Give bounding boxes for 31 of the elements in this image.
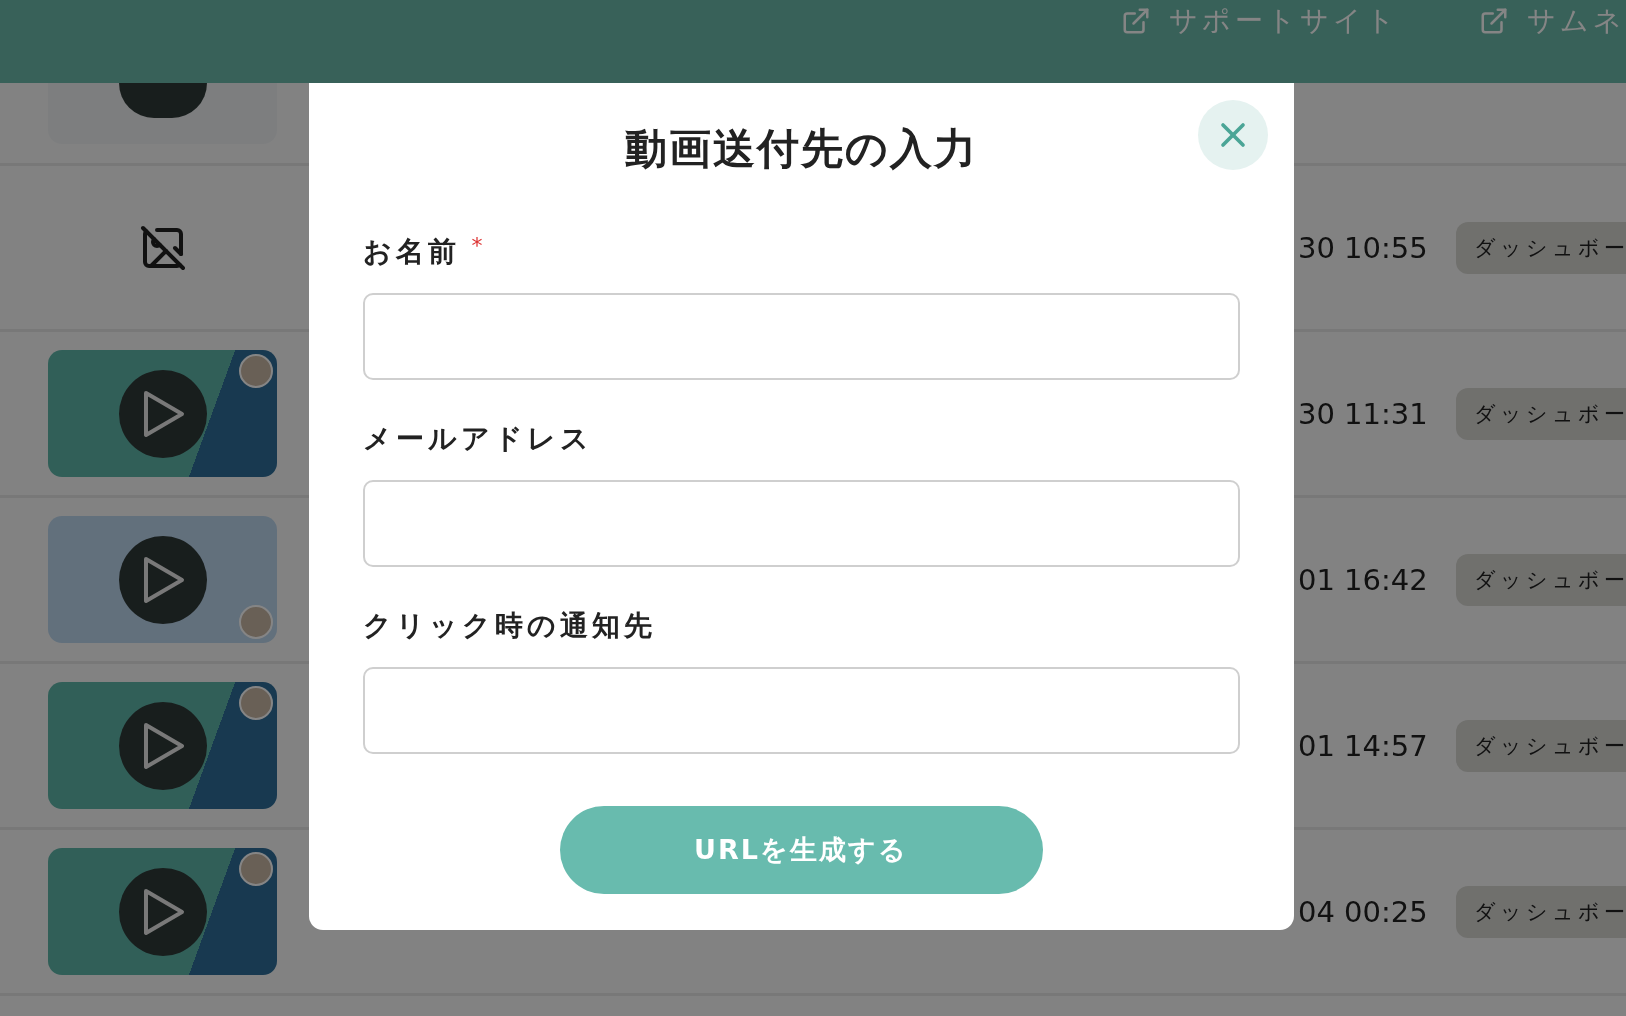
- field-label: お名前: [362, 234, 460, 270]
- dashboard-button[interactable]: ダッシュボー: [1456, 719, 1626, 772]
- input-field[interactable]: [362, 293, 1240, 380]
- dashboard-button[interactable]: ダッシュボー: [1456, 387, 1626, 440]
- video-thumbnail[interactable]: [48, 350, 277, 477]
- timestamp: 30 11:31: [1298, 396, 1428, 431]
- input-field[interactable]: [362, 667, 1240, 754]
- dashboard-button[interactable]: ダッシュボー: [1456, 553, 1626, 606]
- external-link-icon: [1479, 6, 1509, 36]
- dialog-title: 動画送付先の入力: [624, 123, 978, 175]
- broken-image-icon: [138, 223, 187, 272]
- timestamp: 04 00:25: [1298, 894, 1428, 929]
- video-thumbnail[interactable]: [48, 516, 277, 643]
- avatar: [239, 354, 273, 388]
- avatar: [239, 686, 273, 720]
- external-link-icon: [1121, 6, 1151, 36]
- dashboard-button[interactable]: ダッシュボー: [1456, 221, 1626, 274]
- video-thumbnail[interactable]: [48, 848, 277, 975]
- avatar: [239, 605, 273, 639]
- generate-url-button[interactable]: URLを生成する: [559, 806, 1043, 894]
- avatar: [239, 852, 273, 886]
- dashboard-button[interactable]: ダッシュボー: [1456, 885, 1626, 938]
- required-mark: *: [471, 233, 483, 258]
- timestamp: 01 14:57: [1298, 728, 1428, 763]
- input-field[interactable]: [362, 480, 1240, 567]
- field-label: クリック時の通知先: [362, 608, 656, 644]
- video-thumbnail[interactable]: [48, 83, 277, 144]
- video-thumbnail[interactable]: [48, 682, 277, 809]
- timestamp: 30 10:55: [1298, 230, 1428, 265]
- field-label: メールアドレス: [362, 421, 593, 457]
- timestamp: 01 16:42: [1298, 562, 1428, 597]
